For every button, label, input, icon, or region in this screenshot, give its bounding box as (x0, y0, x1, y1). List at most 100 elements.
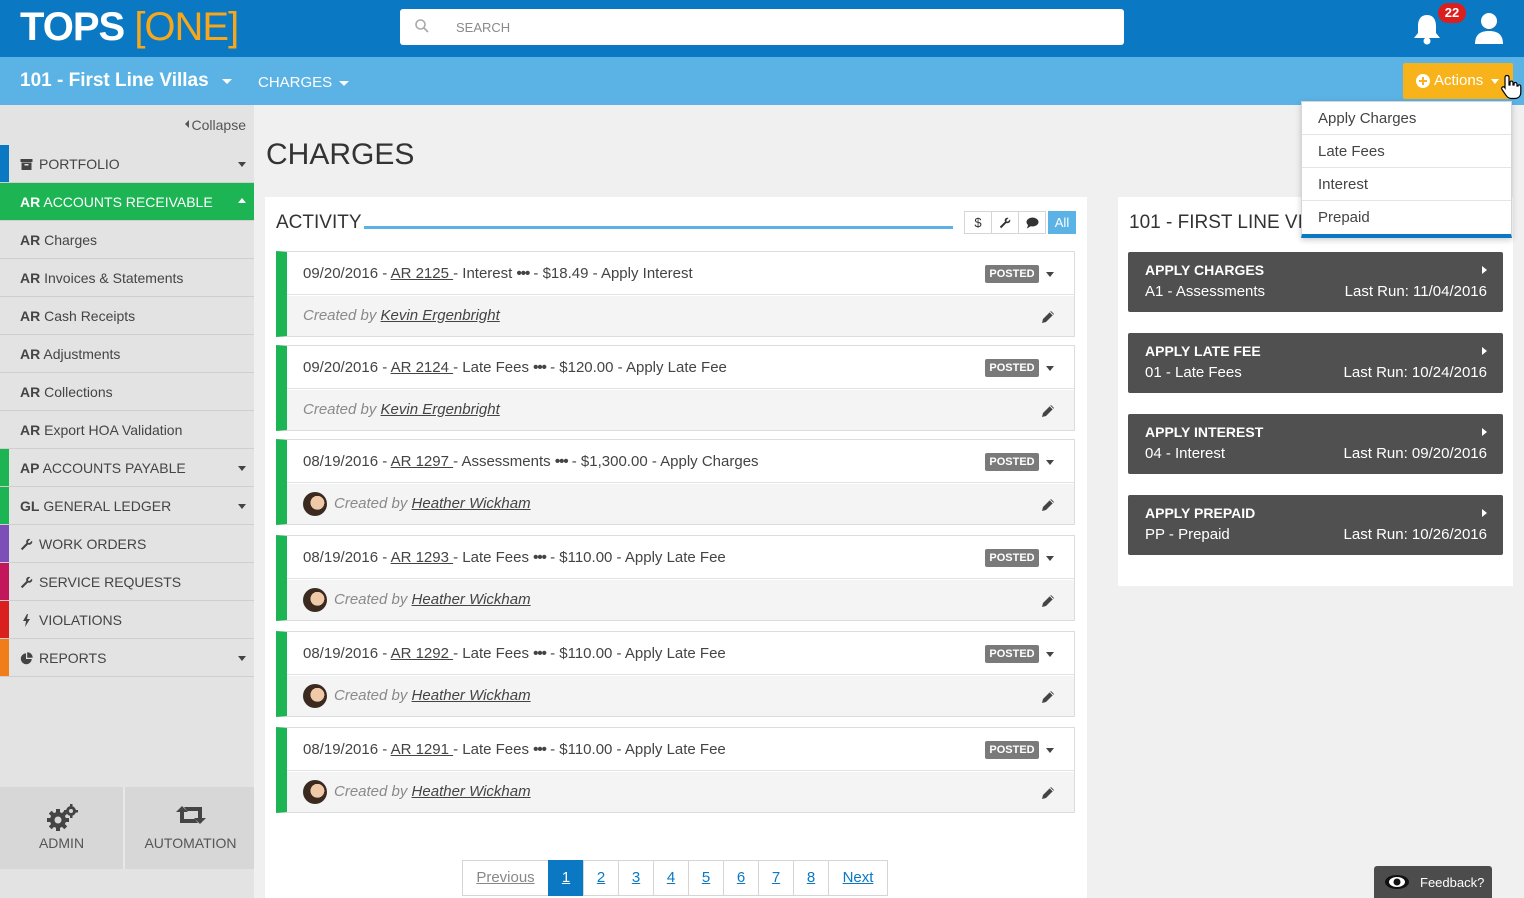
pagination-previous[interactable]: Previous (462, 860, 549, 896)
collapse-label: Collapse (191, 117, 246, 133)
property-selector[interactable]: 101 - First Line Villas (20, 70, 209, 92)
sidebar-item-label: REPORTS (39, 650, 107, 666)
pencil-icon[interactable] (1041, 498, 1055, 512)
entry-ref-link[interactable]: AR 1292 (391, 645, 454, 662)
filter-all-button[interactable]: All (1048, 211, 1076, 234)
pagination-page-7[interactable]: 7 (758, 860, 794, 896)
menu-item-interest[interactable]: Interest (1302, 168, 1511, 201)
entry-date: 09/20/2016 - (303, 359, 391, 376)
pencil-icon[interactable] (1041, 690, 1055, 704)
sidebar-item-export-hoa-validation[interactable]: AR Export HOA Validation (0, 411, 254, 449)
menu-item-prepaid[interactable]: Prepaid (1302, 201, 1511, 234)
pencil-icon[interactable] (1041, 310, 1055, 324)
entry-ref-link[interactable]: AR 2125 (391, 265, 454, 282)
menu-item-apply-charges[interactable]: Apply Charges (1302, 102, 1511, 135)
notification-badge: 22 (1438, 3, 1466, 23)
sidebar-color-stripe (0, 601, 9, 638)
ellipsis-icon[interactable]: ••• (555, 453, 569, 470)
sidebar-item-charges[interactable]: AR Charges (0, 221, 254, 259)
search-box[interactable] (400, 9, 1124, 45)
chevron-down-icon[interactable] (222, 79, 232, 84)
pagination-page-5[interactable]: 5 (688, 860, 724, 896)
chevron-down-icon[interactable] (1046, 460, 1054, 465)
card-subtitle: 01 - Late Fees (1145, 364, 1242, 381)
sidebar-item-accounts-payable[interactable]: AP ACCOUNTS PAYABLE (0, 449, 254, 487)
card-apply-interest[interactable]: APPLY INTEREST 04 - Interest Last Run: 09/… (1128, 414, 1503, 474)
pagination-page-1[interactable]: 1 (548, 860, 584, 896)
sidebar-item-violations[interactable]: VIOLATIONS (0, 601, 254, 639)
pie-chart-icon (20, 652, 33, 665)
chevron-down-icon[interactable] (339, 81, 349, 86)
user-link[interactable]: Kevin Ergenbright (381, 307, 500, 324)
entry-header: 08/19/2016 - AR 1291 - Late Fees ••• - $… (287, 728, 1074, 771)
automation-tile[interactable]: AUTOMATION (127, 787, 254, 869)
admin-tile[interactable]: ADMIN (0, 787, 125, 869)
sidebar-item-collections[interactable]: AR Collections (0, 373, 254, 411)
pagination-page-8[interactable]: 8 (793, 860, 829, 896)
user-link[interactable]: Heather Wickham (412, 687, 531, 704)
sidebar-color-stripe (0, 487, 9, 524)
property-panel: 101 - FIRST LINE VILLAS APPLY CHARGES A1 … (1118, 197, 1513, 586)
entry-ref-link[interactable]: AR 1297 (391, 453, 454, 470)
user-link[interactable]: Heather Wickham (412, 591, 531, 608)
entry-date: 08/19/2016 - (303, 549, 391, 566)
card-title: APPLY PREPAID (1145, 505, 1256, 521)
pencil-icon[interactable] (1041, 404, 1055, 418)
pencil-icon[interactable] (1041, 786, 1055, 800)
user-link[interactable]: Heather Wickham (412, 783, 531, 800)
actions-label: Actions (1434, 72, 1484, 89)
pagination-next[interactable]: Next (828, 860, 888, 896)
chevron-right-icon (1482, 266, 1487, 274)
sidebar-item-label: WORK ORDERS (39, 536, 147, 552)
logo[interactable]: TOPS [ONE] (20, 4, 239, 50)
sidebar-item-general-ledger[interactable]: GL GENERAL LEDGER (0, 487, 254, 525)
card-apply-charges[interactable]: APPLY CHARGES A1 - Assessments Last Run: 1… (1128, 252, 1503, 312)
sidebar-item-invoices-statements[interactable]: AR Invoices & Statements (0, 259, 254, 297)
filter-wrench-button[interactable] (991, 211, 1019, 234)
entry-ref-link[interactable]: AR 2124 (391, 359, 454, 376)
sidebar-color-stripe (0, 639, 9, 676)
wrench-icon (999, 217, 1011, 229)
user-icon[interactable] (1474, 12, 1504, 44)
entry-ref-link[interactable]: AR 1291 (391, 741, 454, 758)
status-badge: POSTED (985, 453, 1039, 471)
sidebar-item-adjustments[interactable]: AR Adjustments (0, 335, 254, 373)
chevron-down-icon[interactable] (1046, 366, 1054, 371)
filter-dollar-button[interactable]: $ (964, 211, 992, 234)
created-by: Created by Heather Wickham (334, 495, 531, 512)
pagination-page-3[interactable]: 3 (618, 860, 654, 896)
ellipsis-icon[interactable]: ••• (533, 359, 547, 376)
card-apply-prepaid[interactable]: APPLY PREPAID PP - Prepaid Last Run: 10/26… (1128, 495, 1503, 555)
sidebar-item-reports[interactable]: REPORTS (0, 639, 254, 677)
search-input[interactable] (456, 18, 1056, 36)
chevron-down-icon[interactable] (1046, 748, 1054, 753)
user-link[interactable]: Kevin Ergenbright (381, 401, 500, 418)
ellipsis-icon[interactable]: ••• (533, 645, 547, 662)
user-link[interactable]: Heather Wickham (412, 495, 531, 512)
actions-button[interactable]: Actions (1403, 63, 1513, 99)
pagination-page-4[interactable]: 4 (653, 860, 689, 896)
menu-item-late-fees[interactable]: Late Fees (1302, 135, 1511, 168)
sidebar-item-work-orders[interactable]: WORK ORDERS (0, 525, 254, 563)
entry-ref-link[interactable]: AR 1293 (391, 549, 454, 566)
pagination-page-2[interactable]: 2 (583, 860, 619, 896)
ellipsis-icon[interactable]: ••• (516, 265, 530, 282)
sidebar-item-portfolio[interactable]: PORTFOLIO (0, 145, 254, 183)
pencil-icon[interactable] (1041, 594, 1055, 608)
automation-label: AUTOMATION (144, 835, 237, 851)
card-apply-late-fee[interactable]: APPLY LATE FEE 01 - Late Fees Last Run: 10… (1128, 333, 1503, 393)
collapse-button[interactable]: Collapse (184, 117, 246, 133)
sidebar-item-service-requests[interactable]: SERVICE REQUESTS (0, 563, 254, 601)
sidebar-item-accounts-receivable[interactable]: AR ACCOUNTS RECEIVABLE (0, 183, 254, 221)
pagination-page-6[interactable]: 6 (723, 860, 759, 896)
chevron-down-icon[interactable] (1046, 556, 1054, 561)
module-prefix: AR (20, 346, 41, 362)
sidebar-item-cash-receipts[interactable]: AR Cash Receipts (0, 297, 254, 335)
ellipsis-icon[interactable]: ••• (533, 741, 547, 758)
filter-comment-button[interactable] (1018, 211, 1046, 234)
ellipsis-icon[interactable]: ••• (533, 549, 547, 566)
feedback-button[interactable]: Feedback? (1374, 866, 1492, 898)
chevron-down-icon[interactable] (1046, 652, 1054, 657)
chevron-down-icon[interactable] (1046, 272, 1054, 277)
section-selector[interactable]: CHARGES (258, 74, 332, 91)
